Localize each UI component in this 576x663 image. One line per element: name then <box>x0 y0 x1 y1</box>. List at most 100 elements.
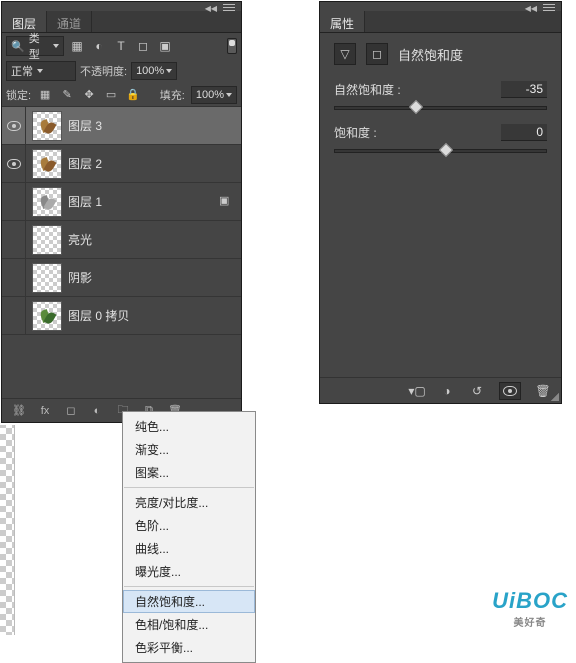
filter-kind-label: 类型 <box>29 30 49 62</box>
caret-down-icon <box>37 69 43 73</box>
layer-row[interactable]: 图层 3 <box>2 107 241 145</box>
layer-thumbnail[interactable] <box>32 111 62 141</box>
resize-corner-icon[interactable] <box>551 393 559 401</box>
layer-filter-row: 🔍 类型 ▦ ◐ T ◻ ▣ <box>2 33 241 59</box>
watermark-brand: UiBOC <box>492 588 568 613</box>
menu-item-brightness-contrast[interactable]: 亮度/对比度... <box>123 491 255 514</box>
layer-row[interactable]: 图层 1 ▣ <box>2 183 241 221</box>
panel-menu-icon[interactable] <box>223 4 235 12</box>
layer-list: 图层 3 图层 2 图层 1 ▣ 亮光 阴影 图层 0 拷贝 <box>2 107 241 335</box>
layer-name: 亮光 <box>68 231 235 248</box>
view-previous-icon[interactable]: ◑ <box>439 383 455 399</box>
tab-layers[interactable]: 图层 <box>2 11 47 32</box>
lock-all-icon[interactable]: 🔒 <box>125 87 141 103</box>
slider-knob[interactable] <box>438 143 452 157</box>
properties-panel: ◀◀ 属性 ▽ ◻ 自然饱和度 自然饱和度 : -35 饱和度 : 0 ▾▢ ◑… <box>319 1 562 404</box>
visibility-toggle[interactable] <box>2 145 26 182</box>
tab-channels[interactable]: 通道 <box>47 11 92 32</box>
opacity-input[interactable]: 100% <box>131 62 177 80</box>
clip-to-layer-icon[interactable]: ▾▢ <box>409 383 425 399</box>
menu-item-gradient[interactable]: 渐变... <box>123 438 255 461</box>
layer-thumbnail[interactable] <box>32 225 62 255</box>
panel-menu-icon[interactable] <box>543 4 555 12</box>
canvas-edge <box>0 425 15 635</box>
properties-bottom-bar: ▾▢ ◑ ↺ 🗑 <box>320 377 561 403</box>
properties-body: ▽ ◻ 自然饱和度 自然饱和度 : -35 饱和度 : 0 <box>320 33 561 175</box>
fill-label: 填充: <box>160 87 185 103</box>
visibility-toggle[interactable] <box>2 107 26 144</box>
layer-name: 图层 3 <box>68 117 235 134</box>
menu-item-hue-saturation[interactable]: 色相/饱和度... <box>123 613 255 636</box>
link-layers-icon[interactable]: ⛓ <box>12 404 26 418</box>
fill-input[interactable]: 100% <box>191 86 237 104</box>
visibility-toggle[interactable] <box>2 221 26 258</box>
vibrance-icon: ▽ <box>334 43 356 65</box>
lock-position-icon[interactable]: ✥ <box>81 87 97 103</box>
layer-row[interactable]: 亮光 <box>2 221 241 259</box>
caret-down-icon <box>166 69 172 73</box>
vibrance-value[interactable]: -35 <box>501 81 547 98</box>
layer-name: 图层 0 拷贝 <box>68 307 235 324</box>
adjustment-header: ▽ ◻ 自然饱和度 <box>334 43 547 65</box>
filter-type-icon[interactable]: T <box>112 37 130 55</box>
collapse-icon[interactable]: ◀◀ <box>525 4 537 13</box>
layer-row[interactable]: 阴影 <box>2 259 241 297</box>
layer-thumbnail[interactable] <box>32 263 62 293</box>
layer-style-icon[interactable]: ▣ <box>219 194 235 210</box>
visibility-toggle[interactable] <box>2 297 26 334</box>
filter-kind-dropdown[interactable]: 🔍 类型 <box>6 36 64 56</box>
saturation-slider[interactable] <box>334 149 547 153</box>
toggle-visibility-button[interactable] <box>499 382 521 400</box>
panel-titlebar: ◀◀ <box>320 2 561 11</box>
visibility-toggle[interactable] <box>2 259 26 296</box>
layer-thumbnail[interactable] <box>32 149 62 179</box>
menu-separator <box>124 586 254 587</box>
lock-transparency-icon[interactable]: ▦ <box>37 87 53 103</box>
blend-mode-dropdown[interactable]: 正常 <box>6 61 76 81</box>
layer-mask-icon[interactable]: ◻ <box>64 404 78 418</box>
adjustment-layer-icon[interactable]: ◐ <box>90 404 104 418</box>
layer-row[interactable]: 图层 2 <box>2 145 241 183</box>
lock-artboard-icon[interactable]: ▭ <box>103 87 119 103</box>
layer-name: 图层 1 <box>68 193 219 210</box>
filter-pixel-icon[interactable]: ▦ <box>68 37 86 55</box>
lock-pixels-icon[interactable]: ✎ <box>59 87 75 103</box>
lock-label: 锁定: <box>6 87 31 103</box>
menu-separator <box>124 487 254 488</box>
adjustment-menu: 纯色... 渐变... 图案... 亮度/对比度... 色阶... 曲线... … <box>122 411 256 663</box>
layer-name: 阴影 <box>68 269 235 286</box>
vibrance-slider-row: 自然饱和度 : -35 <box>334 81 547 98</box>
eye-icon <box>7 159 21 169</box>
vibrance-slider[interactable] <box>334 106 547 110</box>
menu-item-solid-color[interactable]: 纯色... <box>123 415 255 438</box>
mask-icon[interactable]: ◻ <box>366 43 388 65</box>
tab-properties[interactable]: 属性 <box>320 11 365 32</box>
menu-item-exposure[interactable]: 曝光度... <box>123 560 255 583</box>
vibrance-label: 自然饱和度 : <box>334 81 401 98</box>
layer-fx-icon[interactable]: fx <box>38 404 52 418</box>
layer-thumbnail[interactable] <box>32 301 62 331</box>
eye-icon <box>503 386 517 396</box>
menu-item-curves[interactable]: 曲线... <box>123 537 255 560</box>
menu-item-color-balance[interactable]: 色彩平衡... <box>123 636 255 659</box>
layers-panel: ◀◀ 图层 通道 🔍 类型 ▦ ◐ T ◻ ▣ 正常 不透明度: 100% 锁定… <box>1 1 242 423</box>
delete-adjustment-icon[interactable]: 🗑 <box>535 383 551 399</box>
eye-icon <box>7 121 21 131</box>
filter-adjust-icon[interactable]: ◐ <box>90 37 108 55</box>
slider-knob[interactable] <box>409 100 423 114</box>
visibility-toggle[interactable] <box>2 183 26 220</box>
menu-item-pattern[interactable]: 图案... <box>123 461 255 484</box>
filter-shape-icon[interactable]: ◻ <box>134 37 152 55</box>
collapse-icon[interactable]: ◀◀ <box>205 4 217 13</box>
layer-thumbnail[interactable] <box>32 187 62 217</box>
opacity-label: 不透明度: <box>80 63 127 79</box>
filter-smart-icon[interactable]: ▣ <box>156 37 174 55</box>
menu-item-levels[interactable]: 色阶... <box>123 514 255 537</box>
menu-item-vibrance[interactable]: 自然饱和度... <box>123 590 255 613</box>
layer-name: 图层 2 <box>68 155 235 172</box>
saturation-value[interactable]: 0 <box>501 124 547 141</box>
caret-down-icon <box>226 93 232 97</box>
filter-toggle[interactable] <box>227 38 237 54</box>
layer-row[interactable]: 图层 0 拷贝 <box>2 297 241 335</box>
reset-icon[interactable]: ↺ <box>469 383 485 399</box>
